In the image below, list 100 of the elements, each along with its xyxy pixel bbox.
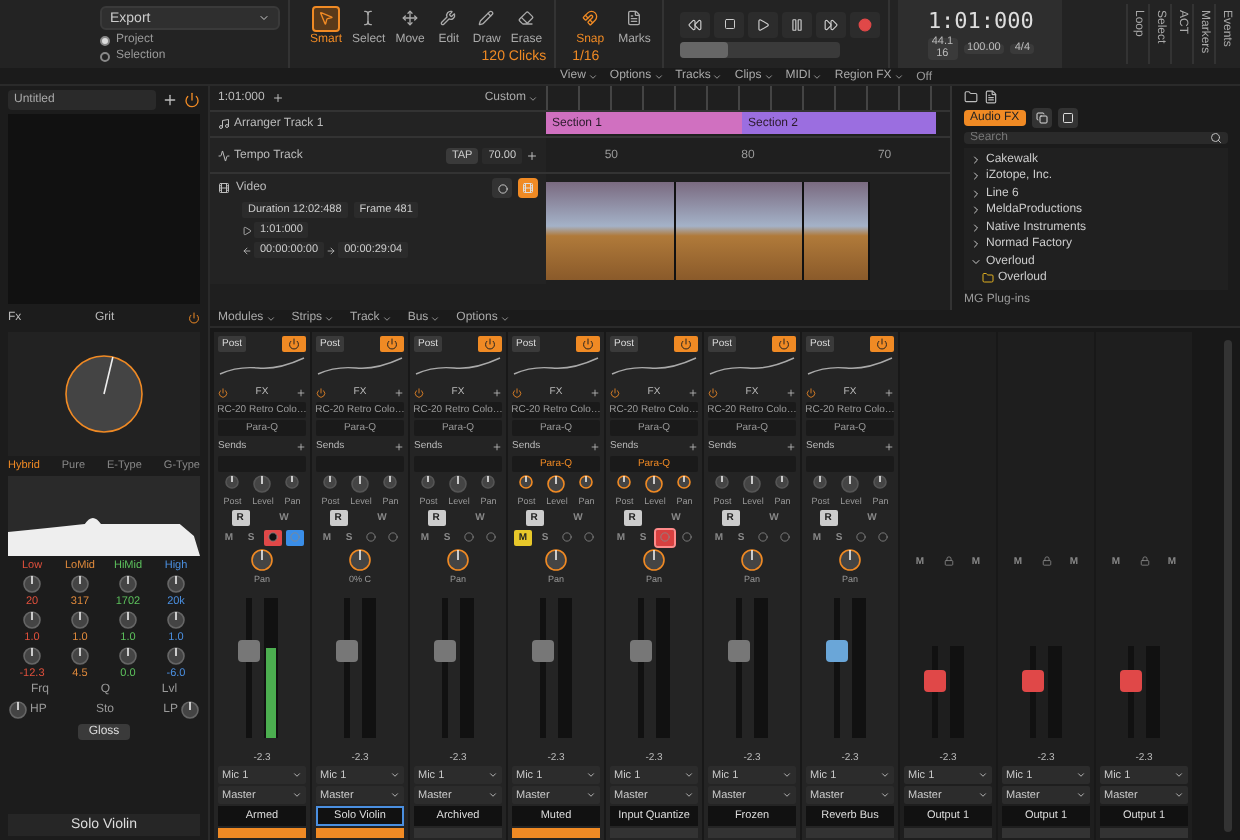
pan-knob[interactable] xyxy=(676,474,692,490)
level-knob[interactable] xyxy=(644,474,664,494)
add-icon xyxy=(526,149,538,161)
circle-icon xyxy=(758,532,768,542)
lp-knob[interactable] xyxy=(179,700,200,720)
post-knob[interactable] xyxy=(420,474,436,490)
pan-knob[interactable] xyxy=(446,548,470,572)
add-icon xyxy=(884,441,894,451)
text-cursor-icon xyxy=(360,10,377,26)
post-knob[interactable] xyxy=(616,474,632,490)
band-knob[interactable] xyxy=(118,574,138,594)
pan-knob[interactable] xyxy=(348,548,372,572)
band-knob[interactable] xyxy=(22,646,42,666)
circle-icon xyxy=(682,532,692,542)
band-knob[interactable] xyxy=(22,610,42,630)
level-knob[interactable] xyxy=(350,474,370,494)
fader-thumb[interactable] xyxy=(336,640,358,663)
fader-thumb[interactable] xyxy=(924,669,946,692)
circle-icon xyxy=(562,532,572,542)
fast-forward-button[interactable] xyxy=(816,11,847,37)
power-button[interactable] xyxy=(478,335,502,351)
pan-knob[interactable] xyxy=(480,474,496,490)
fader-thumb[interactable] xyxy=(532,640,554,663)
record-arm-button[interactable] xyxy=(264,529,282,545)
play-button[interactable] xyxy=(748,11,779,37)
fader-thumb[interactable] xyxy=(1022,669,1044,692)
radio-button[interactable] xyxy=(100,51,110,61)
post-knob[interactable] xyxy=(518,474,534,490)
post-knob[interactable] xyxy=(812,474,828,490)
video-button[interactable] xyxy=(518,178,538,198)
record-icon xyxy=(858,17,873,31)
rewind-button[interactable] xyxy=(680,11,711,37)
power-icon xyxy=(484,337,496,349)
fader-thumb[interactable] xyxy=(1120,669,1142,692)
level-knob[interactable] xyxy=(252,474,272,494)
chevron-down-icon xyxy=(712,71,723,81)
level-knob[interactable] xyxy=(448,474,468,494)
pan-knob[interactable] xyxy=(382,474,398,490)
move-icon xyxy=(402,10,419,26)
add-icon xyxy=(589,387,600,397)
power-button[interactable] xyxy=(674,335,698,351)
power-button[interactable] xyxy=(576,335,600,351)
post-knob[interactable] xyxy=(322,474,338,490)
chevron-down-icon xyxy=(528,93,538,103)
magnet-icon xyxy=(582,10,599,26)
settings-button[interactable] xyxy=(492,178,512,198)
band-knob[interactable] xyxy=(70,574,90,594)
pan-knob[interactable] xyxy=(544,548,568,572)
power-icon xyxy=(582,337,594,349)
lock-icon xyxy=(1041,556,1051,566)
filter-button[interactable] xyxy=(1031,108,1052,128)
pan-knob[interactable] xyxy=(838,548,862,572)
monitor-button[interactable] xyxy=(286,529,304,545)
music-icon xyxy=(218,118,230,130)
level-knob[interactable] xyxy=(546,474,566,494)
pan-knob[interactable] xyxy=(250,548,274,572)
pan-knob[interactable] xyxy=(642,548,666,572)
level-knob[interactable] xyxy=(840,474,860,494)
post-knob[interactable] xyxy=(714,474,730,490)
power-button[interactable] xyxy=(870,335,894,351)
pan-knob[interactable] xyxy=(774,474,790,490)
circle-icon xyxy=(388,532,398,542)
power-button[interactable] xyxy=(282,335,306,351)
transport-slider[interactable] xyxy=(680,41,841,57)
power-button[interactable] xyxy=(772,335,796,351)
power-icon xyxy=(288,337,300,349)
pan-knob[interactable] xyxy=(578,474,594,490)
power-icon xyxy=(316,387,326,397)
radio-button[interactable] xyxy=(100,35,110,45)
pan-knob[interactable] xyxy=(740,548,764,572)
fader-thumb[interactable] xyxy=(728,640,750,663)
band-knob[interactable] xyxy=(70,610,90,630)
fader-thumb[interactable] xyxy=(826,640,848,663)
chevron-down-icon xyxy=(653,71,664,81)
pause-button[interactable] xyxy=(782,11,813,37)
record-button[interactable] xyxy=(850,11,881,37)
band-knob[interactable] xyxy=(166,610,186,630)
band-knob[interactable] xyxy=(118,646,138,666)
band-knob[interactable] xyxy=(70,646,90,666)
level-knob[interactable] xyxy=(742,474,762,494)
fader-thumb[interactable] xyxy=(434,640,456,663)
film-icon xyxy=(522,182,534,194)
band-knob[interactable] xyxy=(22,574,42,594)
drive-knob[interactable] xyxy=(64,354,144,434)
band-knob[interactable] xyxy=(166,646,186,666)
power-button[interactable] xyxy=(380,335,404,351)
pan-knob[interactable] xyxy=(284,474,300,490)
pan-knob[interactable] xyxy=(872,474,888,490)
add-icon xyxy=(785,387,796,397)
band-knob[interactable] xyxy=(118,610,138,630)
fader-thumb[interactable] xyxy=(630,640,652,663)
rewind-icon xyxy=(688,17,703,31)
fader-thumb[interactable] xyxy=(238,640,260,663)
power-icon xyxy=(610,387,620,397)
hp-knob[interactable] xyxy=(8,700,28,720)
post-knob[interactable] xyxy=(224,474,240,490)
add-icon xyxy=(786,441,796,451)
stop-button[interactable] xyxy=(714,11,745,37)
filter-button[interactable] xyxy=(1057,108,1078,128)
band-knob[interactable] xyxy=(166,574,186,594)
